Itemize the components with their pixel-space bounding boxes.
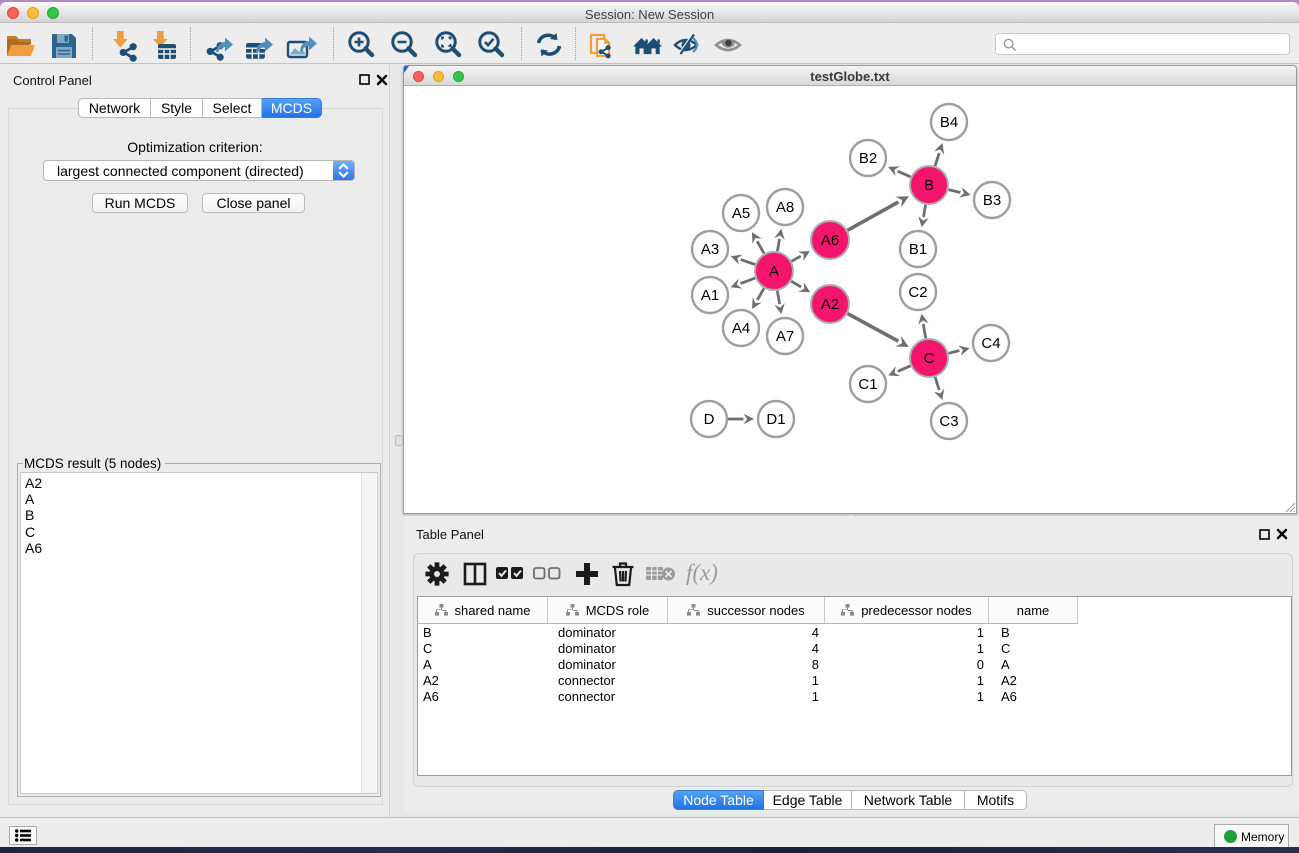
svg-text:B2: B2: [859, 150, 877, 167]
svg-text:B: B: [924, 177, 934, 194]
svg-text:A8: A8: [776, 199, 794, 216]
svg-text:D: D: [704, 411, 715, 428]
svg-text:A7: A7: [776, 328, 794, 345]
svg-text:A1: A1: [701, 287, 719, 304]
svg-text:C4: C4: [981, 335, 1000, 352]
svg-text:C1: C1: [858, 376, 877, 393]
svg-text:B4: B4: [940, 114, 958, 131]
svg-text:A6: A6: [821, 232, 839, 249]
svg-text:A4: A4: [732, 320, 750, 337]
svg-text:C: C: [924, 350, 935, 367]
svg-text:A2: A2: [821, 296, 839, 313]
svg-text:A5: A5: [732, 205, 750, 222]
svg-text:A: A: [769, 263, 779, 280]
svg-text:D1: D1: [766, 411, 785, 428]
svg-text:C2: C2: [908, 284, 927, 301]
svg-text:C3: C3: [939, 413, 958, 430]
svg-text:A3: A3: [701, 241, 719, 258]
svg-text:B1: B1: [909, 241, 927, 258]
svg-text:B3: B3: [983, 192, 1001, 209]
